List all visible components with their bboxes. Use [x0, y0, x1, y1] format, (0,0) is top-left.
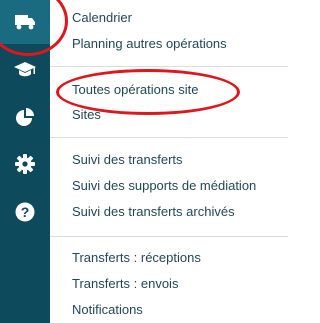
menu-divider: [50, 236, 288, 237]
dropdown-menu: Calendrier Planning autres opérations To…: [50, 0, 288, 323]
sidebar-item-training[interactable]: [0, 48, 50, 92]
pie-chart-icon: [15, 108, 35, 128]
graduation-cap-icon: [13, 61, 37, 79]
gear-icon: [15, 154, 35, 174]
menu-item-notifications[interactable]: Notifications: [72, 302, 284, 318]
menu-item-calendar[interactable]: Calendrier: [72, 10, 284, 26]
menu-item-receptions[interactable]: Transferts : réceptions: [72, 250, 284, 266]
menu-item-archived-transfers[interactable]: Suivi des transferts archivés: [72, 204, 284, 220]
menu-item-planning[interactable]: Planning autres opérations: [72, 36, 284, 52]
sidebar-item-help[interactable]: ?: [0, 190, 50, 234]
menu-divider: [50, 66, 288, 67]
sidebar-item-transport[interactable]: [0, 0, 50, 44]
menu-item-transfer-tracking[interactable]: Suivi des transferts: [72, 152, 284, 168]
sidebar-item-statistics[interactable]: [0, 96, 50, 140]
menu-item-all-operations[interactable]: Toutes opérations site: [72, 82, 284, 98]
menu-item-media-tracking[interactable]: Suivi des supports de médiation: [72, 178, 284, 194]
svg-text:?: ?: [21, 204, 30, 220]
sidebar-item-settings[interactable]: [0, 142, 50, 186]
truck-icon: [14, 14, 36, 30]
sidebar: ?: [0, 0, 50, 323]
menu-item-sites[interactable]: Sites: [72, 107, 284, 123]
question-icon: ?: [15, 202, 35, 222]
menu-item-shipments[interactable]: Transferts : envois: [72, 276, 284, 292]
menu-divider: [50, 137, 288, 138]
